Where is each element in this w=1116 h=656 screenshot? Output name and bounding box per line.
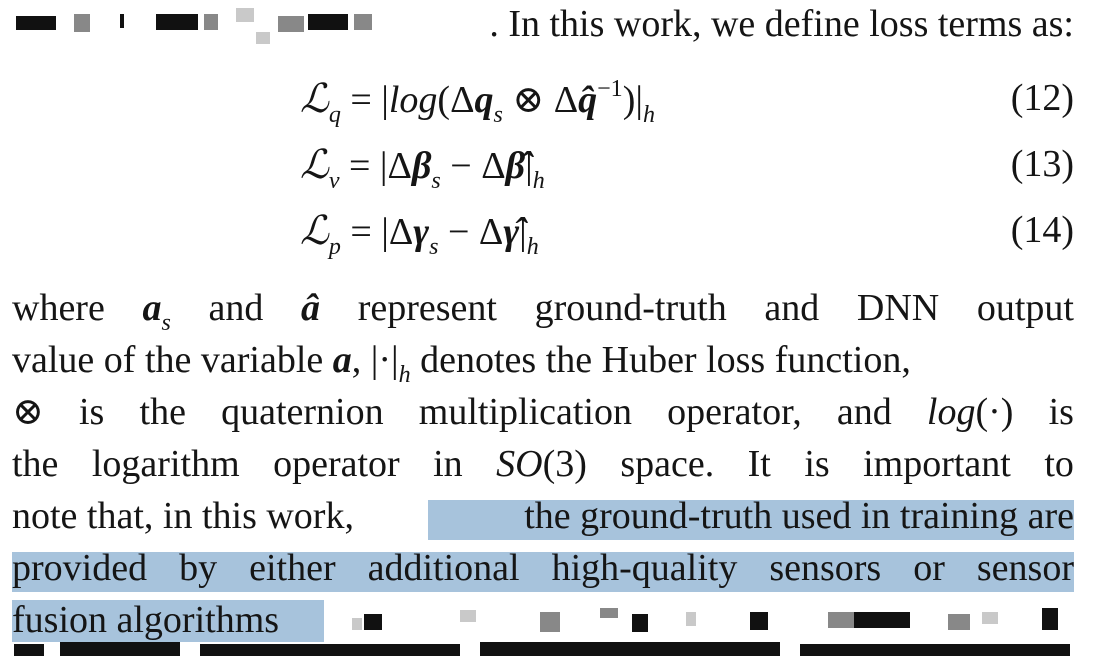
- paragraph-line-4: the logarithm operator in SO(3) space. I…: [12, 443, 1074, 485]
- paragraph-line-1: where as and â represent ground-truth an…: [12, 287, 1074, 336]
- equation-13: ℒv = |Δβs − Δβ̂|h (13): [0, 138, 1116, 198]
- equation-12-formula: ℒq = |log(Δqs ⊗ Δq̂−1)|h: [300, 76, 655, 128]
- equation-13-number: (13): [1010, 143, 1074, 185]
- highlighted-text-3: fusion algorithms: [12, 599, 280, 641]
- equation-12: ℒq = |log(Δqs ⊗ Δq̂−1)|h (12): [0, 72, 1116, 132]
- equation-12-number: (12): [1010, 77, 1074, 119]
- paragraph-line-7: fusion algorithms: [12, 598, 1074, 642]
- paragraph-line-6: provided by either additional high-quali…: [12, 546, 1074, 590]
- equation-14-number: (14): [1010, 209, 1074, 251]
- equation-14: ℒp = |Δγs − Δγ̂|h (14): [0, 204, 1116, 264]
- equation-13-formula: ℒv = |Δβs − Δβ̂|h: [300, 142, 545, 194]
- paragraph-line-3: ⊗ is the quaternion multiplication opera…: [12, 391, 1074, 433]
- intro-fragment: . In this work, we define loss terms as:: [489, 3, 1074, 45]
- highlighted-text-1: the ground-truth used in training are: [524, 495, 1074, 537]
- equation-14-formula: ℒp = |Δγs − Δγ̂|h: [300, 208, 539, 260]
- paragraph-line-2: value of the variable a, |·|h denotes th…: [12, 339, 911, 388]
- cut-off-text-line: [0, 642, 1116, 656]
- highlighted-text-2: provided by either additional high-quali…: [12, 547, 1074, 589]
- paragraph-line-5: note that, in this work, the ground-trut…: [12, 495, 1074, 537]
